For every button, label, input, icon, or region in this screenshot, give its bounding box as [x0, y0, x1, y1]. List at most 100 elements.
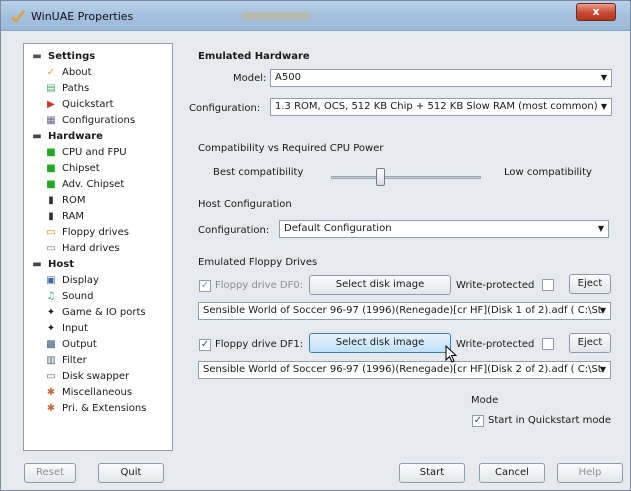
checkmark-icon: ✓	[46, 66, 56, 78]
tree-item-label: Miscellaneous	[62, 386, 133, 398]
model-value: A500	[275, 72, 301, 83]
df0-label: Floppy drive DF0:	[215, 280, 304, 291]
df1-enable-checkbox[interactable]: ✓	[199, 339, 211, 351]
chevron-down-icon: ▼	[600, 102, 607, 111]
tree-item-sound[interactable]: ♫ Sound	[44, 288, 94, 304]
tree-item-label: Hardware	[48, 130, 103, 142]
tree-item-label: ROM	[62, 194, 86, 206]
window-title: WinUAE Properties	[31, 10, 134, 23]
quickstart-icon: ▶	[47, 98, 55, 110]
df0-eject-button[interactable]: Eject	[569, 274, 611, 294]
tree-item-label: Hard drives	[62, 242, 120, 254]
settings-tree[interactable]: ▬ Settings ✓ About ▤ Paths ▶ Quickstart ▦ Configu…	[23, 43, 173, 451]
mode-heading: Mode	[471, 395, 499, 406]
help-button[interactable]: Help	[557, 463, 623, 483]
tree-item-label: Floppy drives	[62, 226, 129, 238]
tree-item-disk-swapper[interactable]: ▭ Disk swapper	[44, 368, 129, 384]
floppy-heading: Emulated Floppy Drives	[198, 257, 318, 268]
joystick-icon: ✦	[46, 306, 56, 318]
quit-button[interactable]: Quit	[98, 463, 164, 483]
tree-item-hardware[interactable]: ▬ Hardware	[30, 128, 103, 144]
tree-item-filter[interactable]: ▥ Filter	[44, 352, 87, 368]
df0-select-disk-button[interactable]: Select disk image	[309, 275, 451, 295]
tree-item-input[interactable]: ✦ Input	[44, 320, 88, 336]
compatibility-slider-track[interactable]	[331, 176, 481, 179]
tree-item-configurations[interactable]: ▦ Configurations	[44, 112, 135, 128]
tree-item-label: CPU and FPU	[62, 146, 127, 158]
tree-item-rom[interactable]: ▮ ROM	[44, 192, 85, 208]
title-bar[interactable]: WinUAE Properties x	[1, 1, 630, 31]
mouse-cursor-icon	[445, 345, 457, 363]
rom-icon: ▮	[48, 194, 54, 206]
chip-icon: ■	[46, 178, 56, 190]
configuration-select[interactable]: 1.3 ROM, OCS, 512 KB Chip + 512 KB Slow …	[270, 98, 612, 116]
tree-item-hard-drives[interactable]: ▭ Hard drives	[44, 240, 120, 256]
df1-write-protected-checkbox[interactable]	[542, 338, 554, 350]
tree-item-chipset[interactable]: ■ Chipset	[44, 160, 99, 176]
sound-icon: ♫	[46, 290, 56, 302]
tree-item-output[interactable]: ▩ Output	[44, 336, 96, 352]
tree-item-label: Paths	[62, 82, 90, 94]
tree-item-settings[interactable]: ▬ Settings	[30, 48, 95, 64]
quickstart-mode-checkbox[interactable]: ✓	[472, 415, 484, 427]
tree-item-adv-chipset[interactable]: ■ Adv. Chipset	[44, 176, 124, 192]
tree-item-cpu-and-fpu[interactable]: ■ CPU and FPU	[44, 144, 127, 160]
compatibility-heading: Compatibility vs Required CPU Power	[198, 143, 384, 154]
df1-path-select[interactable]: Sensible World of Soccer 96-97 (1996)(Re…	[198, 361, 611, 379]
df0-write-protected-checkbox[interactable]	[542, 279, 554, 291]
chevron-down-icon: ▼	[597, 224, 604, 233]
df1-eject-button[interactable]: Eject	[569, 333, 611, 353]
model-select[interactable]: A500 ▼	[270, 69, 612, 87]
tree-item-quickstart[interactable]: ▶ Quickstart	[44, 96, 114, 112]
tree-item-miscellaneous[interactable]: ✱ Miscellaneous	[44, 384, 132, 400]
hardware-icon: ▬	[32, 130, 42, 142]
tree-item-display[interactable]: ▣ Display	[44, 272, 99, 288]
winuae-logo-icon	[11, 10, 25, 23]
df1-path: Sensible World of Soccer 96-97 (1996)(Re…	[203, 364, 602, 375]
chevron-down-icon: ▼	[599, 306, 606, 315]
best-compatibility-label: Best compatibility	[213, 167, 304, 178]
low-compatibility-label: Low compatibility	[504, 167, 592, 178]
chip-icon: ■	[46, 146, 56, 158]
df1-write-protected-label: Write-protected	[456, 339, 535, 350]
configuration-label: Configuration:	[189, 103, 261, 114]
harddrive-icon: ▭	[46, 242, 56, 254]
tree-item-label: Filter	[62, 354, 87, 366]
tree-item-label: Display	[62, 274, 99, 286]
paths-icon: ▤	[46, 82, 56, 94]
chevron-down-icon: ▼	[600, 73, 607, 82]
tree-item-label: Quickstart	[62, 98, 114, 110]
floppy-icon: ▭	[46, 226, 56, 238]
tree-item-paths[interactable]: ▤ Paths	[44, 80, 89, 96]
emulated-hardware-heading: Emulated Hardware	[198, 51, 310, 62]
compatibility-slider-thumb[interactable]	[376, 168, 385, 186]
chip-icon: ■	[46, 162, 56, 174]
tree-item-label: Host	[48, 258, 74, 270]
host-configuration-select[interactable]: Default Configuration ▼	[279, 220, 609, 238]
misc-icon: ✱	[46, 386, 56, 398]
cancel-button[interactable]: Cancel	[479, 463, 545, 483]
joystick-icon: ✦	[46, 322, 56, 334]
tree-item-about[interactable]: ✓ About	[44, 64, 92, 80]
tree-item-ram[interactable]: ▮ RAM	[44, 208, 84, 224]
settings-icon: ▬	[32, 50, 42, 62]
extensions-icon: ✱	[46, 402, 56, 414]
tree-item-pri-extensions[interactable]: ✱ Pri. & Extensions	[44, 400, 147, 416]
configuration-value: 1.3 ROM, OCS, 512 KB Chip + 512 KB Slow …	[275, 101, 598, 112]
start-button[interactable]: Start	[399, 463, 465, 483]
tree-item-label: Pri. & Extensions	[62, 402, 147, 414]
reset-button[interactable]: Reset	[24, 463, 76, 483]
df0-path-select[interactable]: Sensible World of Soccer 96-97 (1996)(Re…	[198, 302, 611, 320]
host-configuration-heading: Host Configuration	[198, 199, 292, 210]
ram-icon: ▮	[48, 210, 54, 222]
output-icon: ▩	[46, 338, 56, 350]
tree-item-label: About	[62, 66, 92, 78]
quickstart-mode-label: Start in Quickstart mode	[488, 415, 612, 426]
close-button[interactable]: x	[576, 3, 616, 21]
quickstart-panel: Emulated Hardware Model: A500 ▼ Configur…	[186, 43, 626, 451]
df0-enable-checkbox[interactable]: ✓	[199, 280, 211, 292]
df1-select-disk-button[interactable]: Select disk image	[309, 333, 451, 353]
tree-item-floppy-drives[interactable]: ▭ Floppy drives	[44, 224, 129, 240]
tree-item-host[interactable]: ▬ Host	[30, 256, 74, 272]
tree-item-game-io-ports[interactable]: ✦ Game & IO ports	[44, 304, 146, 320]
